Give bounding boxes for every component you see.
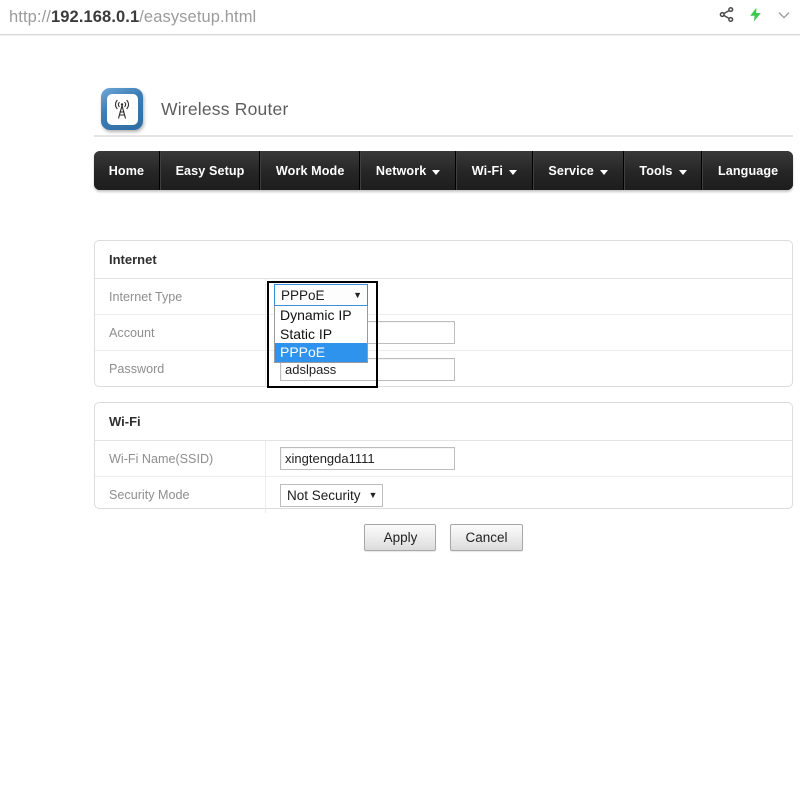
- chevron-down-icon: ▼: [368, 489, 378, 500]
- nav-label: Wi-Fi: [471, 163, 503, 178]
- nav-label: Home: [108, 163, 145, 178]
- row-account: Account: [95, 315, 792, 351]
- value-wifi-ssid: [266, 441, 792, 476]
- nav-label: Service: [548, 163, 594, 178]
- form-actions: Apply Cancel: [94, 524, 793, 551]
- wifi-panel-title: Wi-Fi: [95, 403, 792, 441]
- option-pppoe[interactable]: PPPoE: [275, 343, 367, 362]
- nav-item-work-mode[interactable]: Work Mode: [260, 151, 361, 190]
- cancel-button[interactable]: Cancel: [450, 524, 523, 551]
- label-security-mode: Security Mode: [95, 477, 266, 513]
- chevron-down-icon: [432, 169, 441, 175]
- share-icon[interactable]: [718, 6, 735, 28]
- url-host: 192.168.0.1: [50, 7, 140, 26]
- page-title: Wireless Router: [161, 98, 289, 119]
- apply-button[interactable]: Apply: [364, 524, 437, 551]
- site-header: Wireless Router: [94, 84, 793, 134]
- label-internet-type: Internet Type: [95, 279, 266, 314]
- chevron-down-icon: [599, 169, 608, 175]
- url-text[interactable]: http://192.168.0.1/easysetup.html: [9, 8, 256, 27]
- chevron-down-icon: [508, 169, 517, 175]
- value-security-mode: Not Security ▼: [266, 477, 792, 513]
- internet-panel-title: Internet: [95, 241, 792, 279]
- nav-item-easy-setup[interactable]: Easy Setup: [159, 151, 261, 190]
- row-internet-type: Internet Type: [95, 279, 792, 315]
- main-navigation: Home Easy Setup Work Mode Network Wi-Fi …: [94, 151, 793, 190]
- nav-label: Language: [717, 163, 779, 178]
- chevron-down-icon[interactable]: [776, 7, 792, 28]
- row-wifi-ssid: Wi-Fi Name(SSID): [95, 441, 792, 477]
- url-path: /easysetup.html: [139, 7, 257, 26]
- row-password: Password: [95, 351, 792, 387]
- internet-type-select[interactable]: PPPoE ▼: [274, 284, 368, 306]
- chevron-down-icon: [678, 169, 687, 175]
- url-scheme: http://: [9, 7, 51, 26]
- label-wifi-ssid: Wi-Fi Name(SSID): [95, 441, 266, 476]
- lightning-bolt-icon[interactable]: [748, 5, 763, 29]
- nav-label: Easy Setup: [175, 163, 245, 178]
- internet-type-selected-value: PPPoE: [281, 287, 325, 303]
- internet-panel: Internet Internet Type Account Password: [94, 240, 793, 387]
- browser-address-bar[interactable]: http://192.168.0.1/easysetup.html: [0, 0, 800, 34]
- security-mode-selected-value: Not Security: [287, 487, 361, 503]
- internet-type-option-list[interactable]: Dynamic IP Static IP PPPoE: [274, 306, 368, 363]
- security-mode-select[interactable]: Not Security ▼: [280, 483, 384, 507]
- nav-item-home[interactable]: Home: [94, 151, 160, 190]
- label-account: Account: [95, 315, 266, 350]
- wifi-ssid-input[interactable]: [280, 447, 455, 470]
- nav-item-service[interactable]: Service: [532, 151, 624, 190]
- wifi-panel: Wi-Fi Wi-Fi Name(SSID) Security Mode Not…: [94, 402, 793, 513]
- option-dynamic-ip[interactable]: Dynamic IP: [275, 306, 367, 325]
- browser-toolbar-icons: [718, 0, 792, 34]
- nav-item-language[interactable]: Language: [702, 151, 793, 190]
- nav-item-wifi[interactable]: Wi-Fi: [456, 151, 533, 190]
- nav-item-network[interactable]: Network: [360, 151, 457, 190]
- router-admin-page: Wireless Router Home Easy Setup Work Mod…: [0, 36, 800, 800]
- nav-label: Tools: [639, 163, 673, 178]
- row-security-mode: Security Mode Not Security ▼: [95, 477, 792, 513]
- wireless-router-antenna-icon: [101, 88, 143, 130]
- nav-label: Network: [375, 163, 427, 178]
- chevron-down-icon: ▼: [353, 290, 362, 300]
- header-divider: [94, 135, 793, 137]
- nav-item-tools[interactable]: Tools: [623, 151, 703, 190]
- option-static-ip[interactable]: Static IP: [275, 325, 367, 344]
- nav-label: Work Mode: [275, 163, 345, 178]
- label-password: Password: [95, 351, 266, 387]
